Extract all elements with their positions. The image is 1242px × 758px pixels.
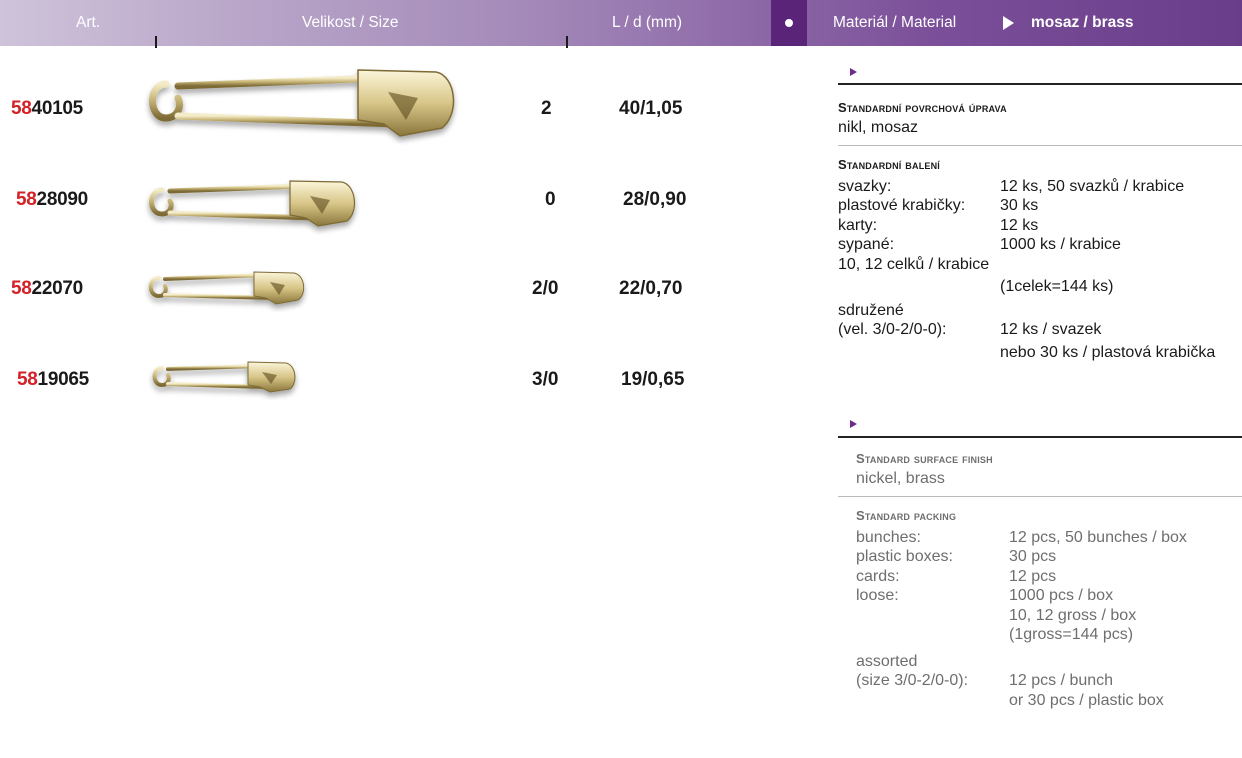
packing-value: 12 pcs / bunch [1009, 672, 1114, 690]
packing-value: 12 ks, 50 svazků / krabice [1000, 178, 1185, 195]
article-code: 5819065 [17, 369, 89, 391]
header-art: Art. [76, 14, 101, 31]
bullet-icon [785, 19, 793, 27]
packing-label: karty: [838, 216, 878, 234]
section-divider [838, 145, 1242, 146]
pin-length-diameter: 19/0,65 [621, 369, 685, 390]
article-code: 5828090 [16, 189, 88, 211]
packing-label: cards: [856, 567, 900, 585]
packing-label: assorted [856, 653, 918, 670]
pin-length-diameter: 22/0,70 [619, 278, 683, 299]
pin-size: 0 [545, 189, 556, 210]
pin-size: 3/0 [532, 369, 559, 390]
packing-value: 12 ks / svazek [1000, 321, 1102, 339]
packing-label: plastové krabičky: [838, 197, 966, 215]
packing-label: svazky: [838, 178, 892, 195]
packing-label: loose: [856, 587, 899, 605]
finish-title: Standardní povrchová úprava [838, 100, 1007, 115]
packing-label: (size 3/0-2/0-0): [856, 672, 969, 690]
packing-label: 10, 12 celků / krabice [838, 255, 990, 273]
article-code: 5840105 [11, 98, 83, 120]
article-number: 19065 [37, 369, 90, 390]
packing-value: 1000 pcs / box [1009, 587, 1114, 605]
packing-title: Standard packing [856, 508, 957, 523]
packing-value: 1000 ks / krabice [1000, 236, 1121, 254]
packing-value: 10, 12 gross / box [1009, 606, 1137, 624]
finish-title: Standard surface finish [856, 451, 993, 466]
triangle-right-icon [1003, 16, 1014, 30]
header-divider [566, 36, 568, 48]
header-material-value: mosaz / brass [1031, 14, 1134, 31]
article-number: 40105 [31, 98, 84, 119]
triangle-right-icon [850, 420, 857, 428]
packing-value: (1gross=144 pcs) [1009, 626, 1134, 643]
packing-label: (vel. 3/0-2/0-0): [838, 321, 947, 339]
article-prefix: 58 [16, 189, 37, 210]
packing-label: sypané: [838, 236, 895, 254]
triangle-right-icon [850, 68, 857, 76]
packing-value: or 30 pcs / plastic box [1009, 691, 1164, 709]
article-prefix: 58 [17, 369, 38, 390]
safety-pin-image [152, 361, 296, 393]
article-prefix: 58 [11, 278, 32, 299]
packing-value: (1celek=144 ks) [1000, 278, 1114, 295]
finish-value: nikl, mosaz [838, 119, 919, 136]
article-number: 22070 [31, 278, 84, 299]
header-material: Materiál / Material [833, 14, 957, 31]
packing-value: 12 ks [1000, 216, 1039, 234]
packing-value: nebo 30 ks / plastová krabička [1000, 344, 1216, 361]
packing-title: Standardní balení [838, 157, 941, 172]
section-divider [838, 436, 1242, 438]
packing-value: 30 ks [1000, 197, 1039, 215]
packing-value: 12 pcs [1009, 567, 1057, 585]
packing-value: 12 pcs, 50 bunches / box [1009, 529, 1187, 546]
article-number: 28090 [36, 189, 89, 210]
section-divider [838, 496, 1242, 497]
pin-size: 2 [541, 98, 552, 119]
packing-value: 30 pcs [1009, 548, 1057, 566]
article-code: 5822070 [11, 278, 83, 300]
header-ld: L / d (mm) [612, 14, 683, 31]
pin-length-diameter: 40/1,05 [619, 98, 683, 119]
article-prefix: 58 [11, 98, 32, 119]
safety-pin-image [149, 180, 355, 227]
packing-label: bunches: [856, 529, 921, 546]
header-divider [155, 36, 157, 48]
header-size: Velikost / Size [302, 14, 399, 31]
table-header: Art. Velikost / Size L / d (mm) Materiál… [0, 0, 1242, 48]
pin-length-diameter: 28/0,90 [623, 189, 687, 210]
section-divider [838, 83, 1242, 85]
packing-label: plastic boxes: [856, 548, 953, 566]
finish-value: nickel, brass [856, 470, 945, 487]
safety-pin-image [148, 271, 305, 305]
packing-label: sdružené [838, 302, 904, 319]
safety-pin-image [149, 69, 455, 137]
pin-size: 2/0 [532, 278, 559, 299]
